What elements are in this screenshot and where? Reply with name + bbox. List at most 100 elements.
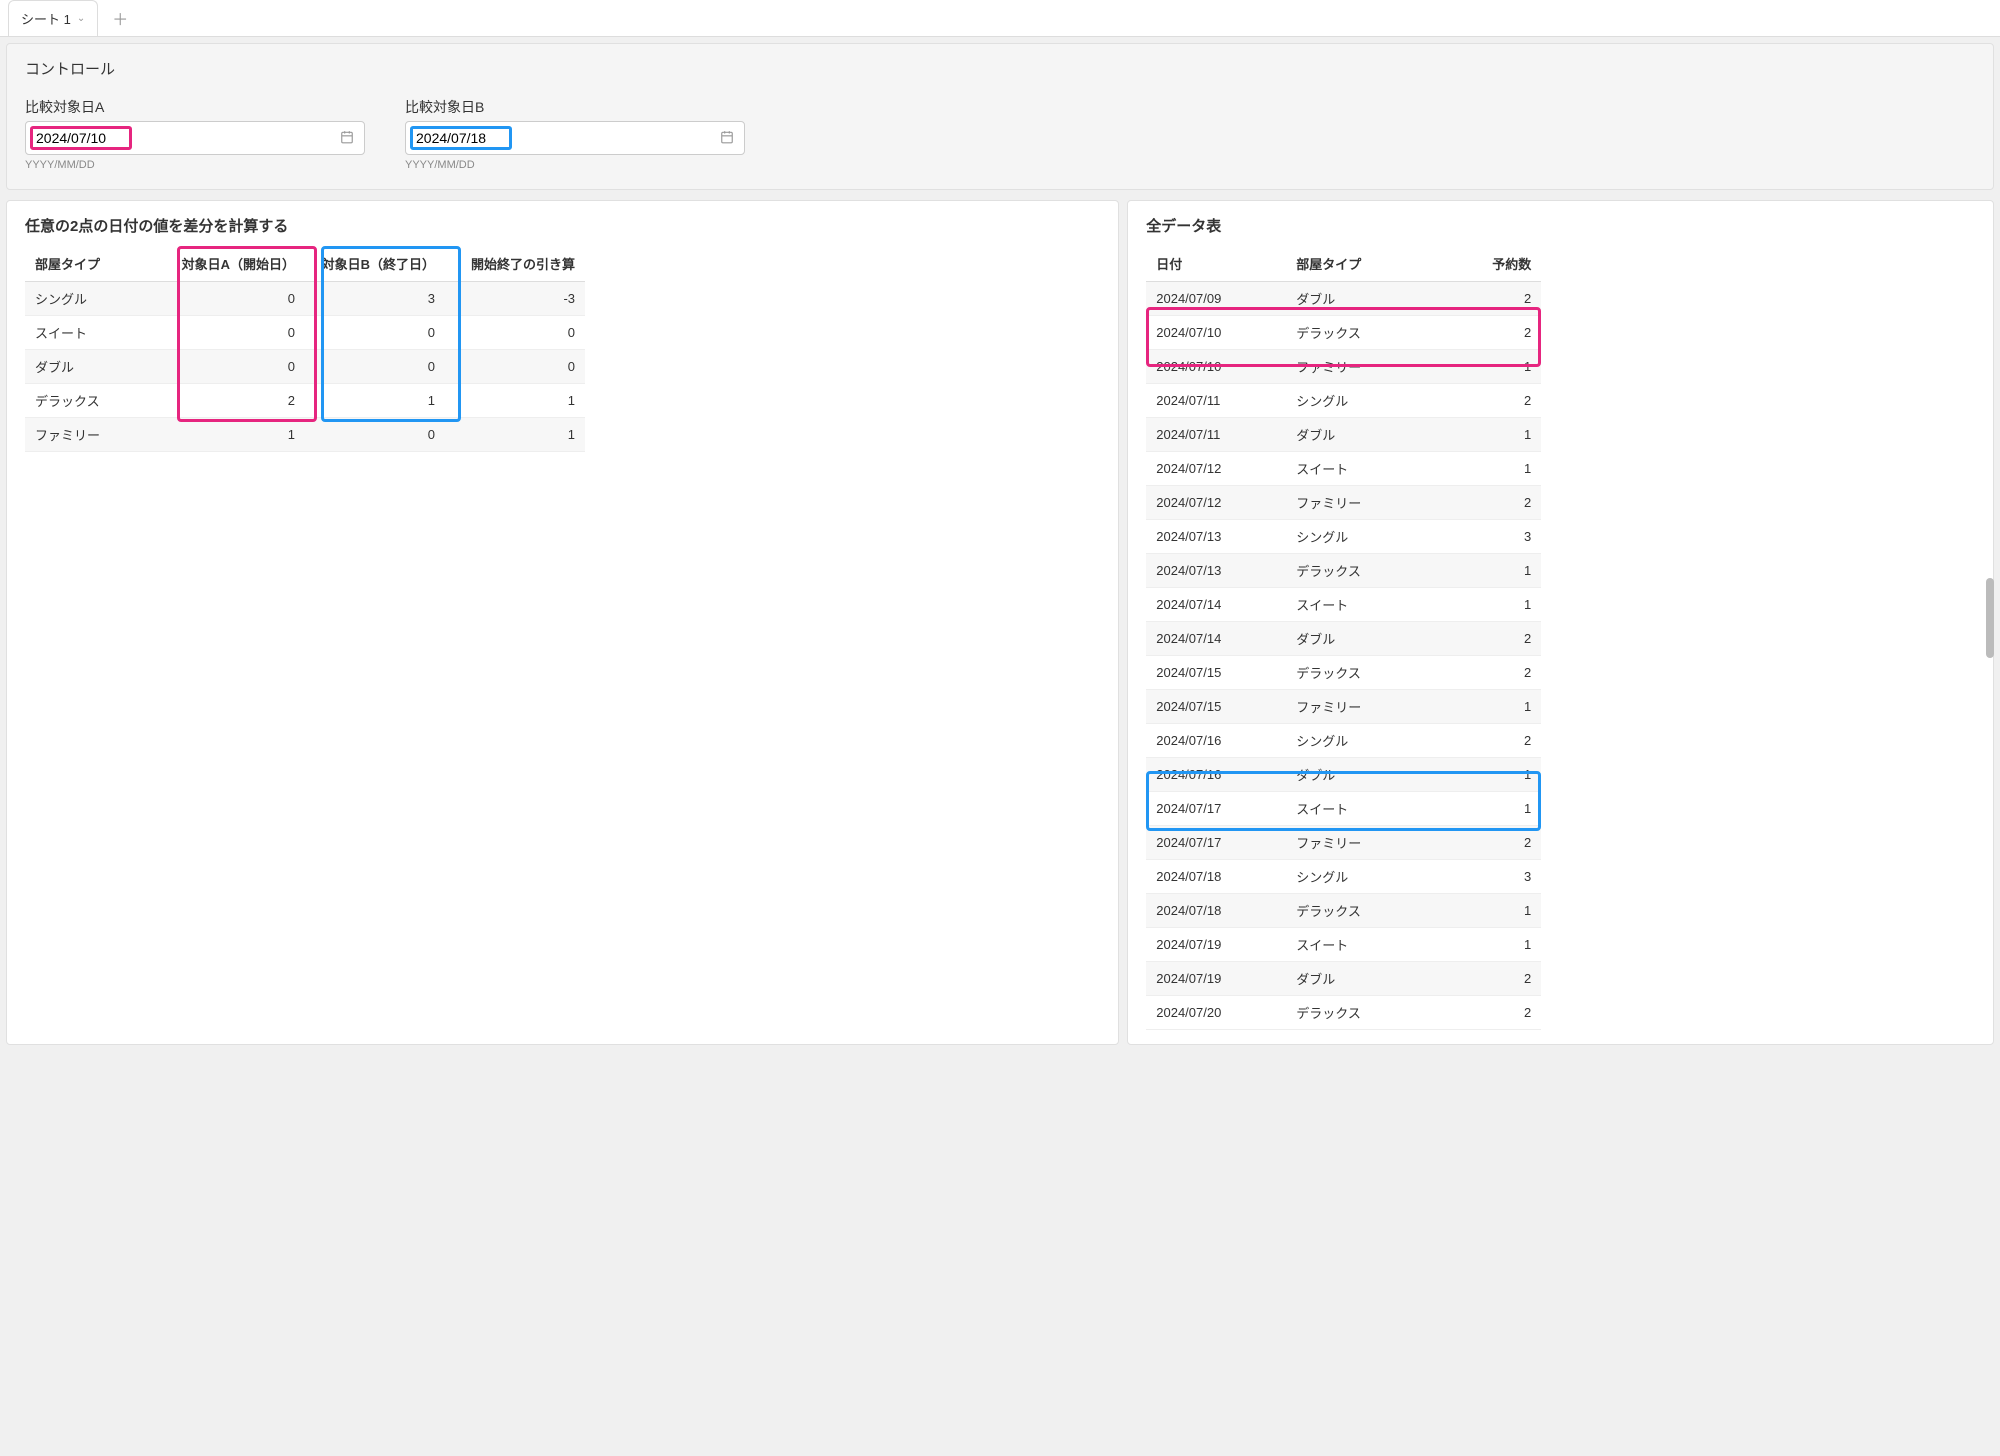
- date-b-input[interactable]: [416, 130, 506, 146]
- diff-row: シングル03-3: [25, 282, 585, 316]
- all-row: 2024/07/18シングル3: [1146, 860, 1541, 894]
- date-a-input[interactable]: [36, 130, 126, 146]
- all-cell-room: シングル: [1286, 384, 1426, 418]
- all-row: 2024/07/14ダブル2: [1146, 622, 1541, 656]
- all-cell-room: ダブル: [1286, 418, 1426, 452]
- all-cell-room: ダブル: [1286, 622, 1426, 656]
- all-cell-date: 2024/07/18: [1146, 860, 1286, 894]
- all-row: 2024/07/15ファミリー1: [1146, 690, 1541, 724]
- diff-cell-diff: 0: [445, 350, 585, 384]
- all-cell-count: 1: [1426, 758, 1541, 792]
- all-cell-room: デラックス: [1286, 894, 1426, 928]
- all-header-row: 日付 部屋タイプ 予約数: [1146, 246, 1541, 282]
- all-cell-count: 2: [1426, 384, 1541, 418]
- all-cell-date: 2024/07/18: [1146, 894, 1286, 928]
- date-a-label: 比較対象日A: [25, 97, 365, 117]
- chevron-down-icon: ⌄: [77, 13, 85, 24]
- diff-header-room[interactable]: 部屋タイプ: [25, 246, 165, 282]
- diff-row: ダブル000: [25, 350, 585, 384]
- controls-title: コントロール: [25, 58, 1975, 79]
- all-row: 2024/07/13シングル3: [1146, 520, 1541, 554]
- all-cell-count: 2: [1426, 826, 1541, 860]
- all-cell-room: シングル: [1286, 724, 1426, 758]
- all-cell-room: シングル: [1286, 860, 1426, 894]
- all-row: 2024/07/20デラックス2: [1146, 996, 1541, 1030]
- all-cell-date: 2024/07/12: [1146, 452, 1286, 486]
- calendar-icon[interactable]: [340, 130, 354, 147]
- diff-row: ファミリー101: [25, 418, 585, 452]
- all-cell-date: 2024/07/17: [1146, 826, 1286, 860]
- all-cell-room: ダブル: [1286, 962, 1426, 996]
- diff-cell-diff: -3: [445, 282, 585, 316]
- all-row: 2024/07/14スイート1: [1146, 588, 1541, 622]
- all-header-room[interactable]: 部屋タイプ: [1286, 246, 1426, 282]
- diff-cell-b: 0: [305, 418, 445, 452]
- all-row: 2024/07/11シングル2: [1146, 384, 1541, 418]
- diff-header-b[interactable]: 対象日B（終了日）: [305, 246, 445, 282]
- controls-row: 比較対象日A YYYY/MM/DD 比較対象日B: [25, 97, 1975, 171]
- diff-cell-a: 0: [165, 350, 305, 384]
- all-row: 2024/07/10ファミリー1: [1146, 350, 1541, 384]
- all-cell-date: 2024/07/20: [1146, 996, 1286, 1030]
- all-cell-date: 2024/07/13: [1146, 554, 1286, 588]
- sheet-tab-active[interactable]: シート 1 ⌄: [8, 0, 98, 36]
- all-cell-count: 1: [1426, 690, 1541, 724]
- all-cell-room: ファミリー: [1286, 826, 1426, 860]
- page-scrollbar-thumb[interactable]: [1986, 578, 1994, 658]
- diff-panel: 任意の2点の日付の値を差分を計算する 部屋タイプ 対象日A（開始日） 対象日B（…: [6, 200, 1119, 1045]
- all-row: 2024/07/13デラックス1: [1146, 554, 1541, 588]
- all-cell-room: デラックス: [1286, 996, 1426, 1030]
- all-row: 2024/07/09ダブル2: [1146, 282, 1541, 316]
- all-cell-count: 2: [1426, 996, 1541, 1030]
- all-header-count[interactable]: 予約数: [1426, 246, 1541, 282]
- all-cell-date: 2024/07/15: [1146, 656, 1286, 690]
- diff-cell-b: 1: [305, 384, 445, 418]
- calendar-icon[interactable]: [720, 130, 734, 147]
- all-cell-date: 2024/07/11: [1146, 384, 1286, 418]
- diff-panel-title: 任意の2点の日付の値を差分を計算する: [25, 215, 1100, 236]
- diff-cell-b: 3: [305, 282, 445, 316]
- all-cell-count: 1: [1426, 588, 1541, 622]
- all-cell-room: スイート: [1286, 588, 1426, 622]
- all-cell-count: 1: [1426, 350, 1541, 384]
- all-row: 2024/07/12スイート1: [1146, 452, 1541, 486]
- all-cell-count: 1: [1426, 792, 1541, 826]
- all-cell-room: ダブル: [1286, 758, 1426, 792]
- diff-cell-diff: 1: [445, 418, 585, 452]
- all-cell-date: 2024/07/12: [1146, 486, 1286, 520]
- diff-cell-room: ダブル: [25, 350, 165, 384]
- date-a-input-wrapper[interactable]: [25, 121, 365, 155]
- all-header-date[interactable]: 日付: [1146, 246, 1286, 282]
- all-cell-date: 2024/07/14: [1146, 622, 1286, 656]
- diff-cell-a: 0: [165, 282, 305, 316]
- diff-header-a[interactable]: 対象日A（開始日）: [165, 246, 305, 282]
- all-cell-count: 2: [1426, 282, 1541, 316]
- all-cell-room: スイート: [1286, 452, 1426, 486]
- all-table-wrapper: 日付 部屋タイプ 予約数 2024/07/09ダブル22024/07/10デラッ…: [1146, 246, 1975, 1030]
- all-cell-count: 3: [1426, 860, 1541, 894]
- all-cell-date: 2024/07/15: [1146, 690, 1286, 724]
- date-b-label: 比較対象日B: [405, 97, 745, 117]
- all-cell-room: デラックス: [1286, 554, 1426, 588]
- all-cell-room: ダブル: [1286, 282, 1426, 316]
- all-cell-room: シングル: [1286, 520, 1426, 554]
- all-cell-date: 2024/07/14: [1146, 588, 1286, 622]
- diff-cell-room: デラックス: [25, 384, 165, 418]
- diff-cell-a: 0: [165, 316, 305, 350]
- control-date-b: 比較対象日B YYYY/MM/DD: [405, 97, 745, 171]
- all-data-title: 全データ表: [1146, 215, 1975, 236]
- diff-header-diff[interactable]: 開始終了の引き算: [445, 246, 585, 282]
- all-row: 2024/07/11ダブル1: [1146, 418, 1541, 452]
- diff-table: 部屋タイプ 対象日A（開始日） 対象日B（終了日） 開始終了の引き算 シングル0…: [25, 246, 585, 452]
- all-cell-count: 2: [1426, 656, 1541, 690]
- all-cell-count: 2: [1426, 724, 1541, 758]
- diff-cell-a: 2: [165, 384, 305, 418]
- all-cell-count: 2: [1426, 316, 1541, 350]
- date-b-input-wrapper[interactable]: [405, 121, 745, 155]
- all-cell-date: 2024/07/19: [1146, 962, 1286, 996]
- all-cell-room: デラックス: [1286, 316, 1426, 350]
- add-sheet-button[interactable]: ＋: [102, 0, 138, 36]
- diff-row: デラックス211: [25, 384, 585, 418]
- date-a-helper: YYYY/MM/DD: [25, 159, 365, 171]
- all-cell-room: スイート: [1286, 792, 1426, 826]
